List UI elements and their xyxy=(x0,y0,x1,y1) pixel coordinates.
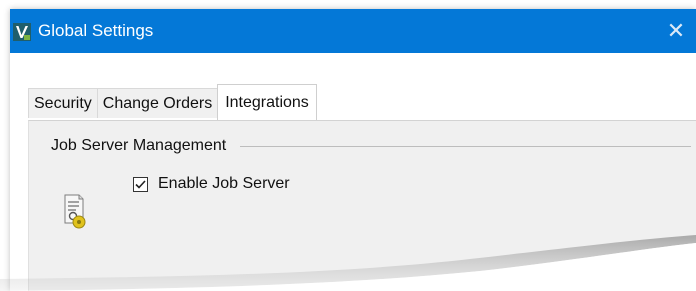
group-divider xyxy=(240,145,691,147)
close-icon: ✕ xyxy=(666,18,686,43)
screenshot-stage: Global Settings ✕ Security Change Orders… xyxy=(0,0,696,291)
tab-integrations[interactable]: Integrations xyxy=(217,84,317,120)
dialog-body: Security Change Orders Integrations Job … xyxy=(10,53,696,291)
global-settings-dialog: Global Settings ✕ Security Change Orders… xyxy=(10,9,696,291)
title-bar[interactable]: Global Settings ✕ xyxy=(10,9,696,53)
integrations-panel: Job Server Management Enable Job Server xyxy=(28,120,696,291)
enable-job-server-checkbox[interactable] xyxy=(133,176,148,192)
job-server-group-header: Job Server Management xyxy=(51,137,691,155)
enable-job-server-option[interactable]: Enable Job Server xyxy=(133,175,290,193)
checkmark-icon xyxy=(135,179,146,189)
tab-security[interactable]: Security xyxy=(28,88,98,118)
enable-job-server-label: Enable Job Server xyxy=(158,175,290,192)
job-server-document-icon xyxy=(63,193,89,229)
close-button[interactable]: ✕ xyxy=(656,9,696,53)
vault-app-icon xyxy=(13,23,31,41)
tab-strip: Security Change Orders Integrations xyxy=(28,84,317,120)
window-title: Global Settings xyxy=(38,21,154,40)
group-title: Job Server Management xyxy=(51,137,227,154)
tab-change-orders[interactable]: Change Orders xyxy=(96,88,219,118)
